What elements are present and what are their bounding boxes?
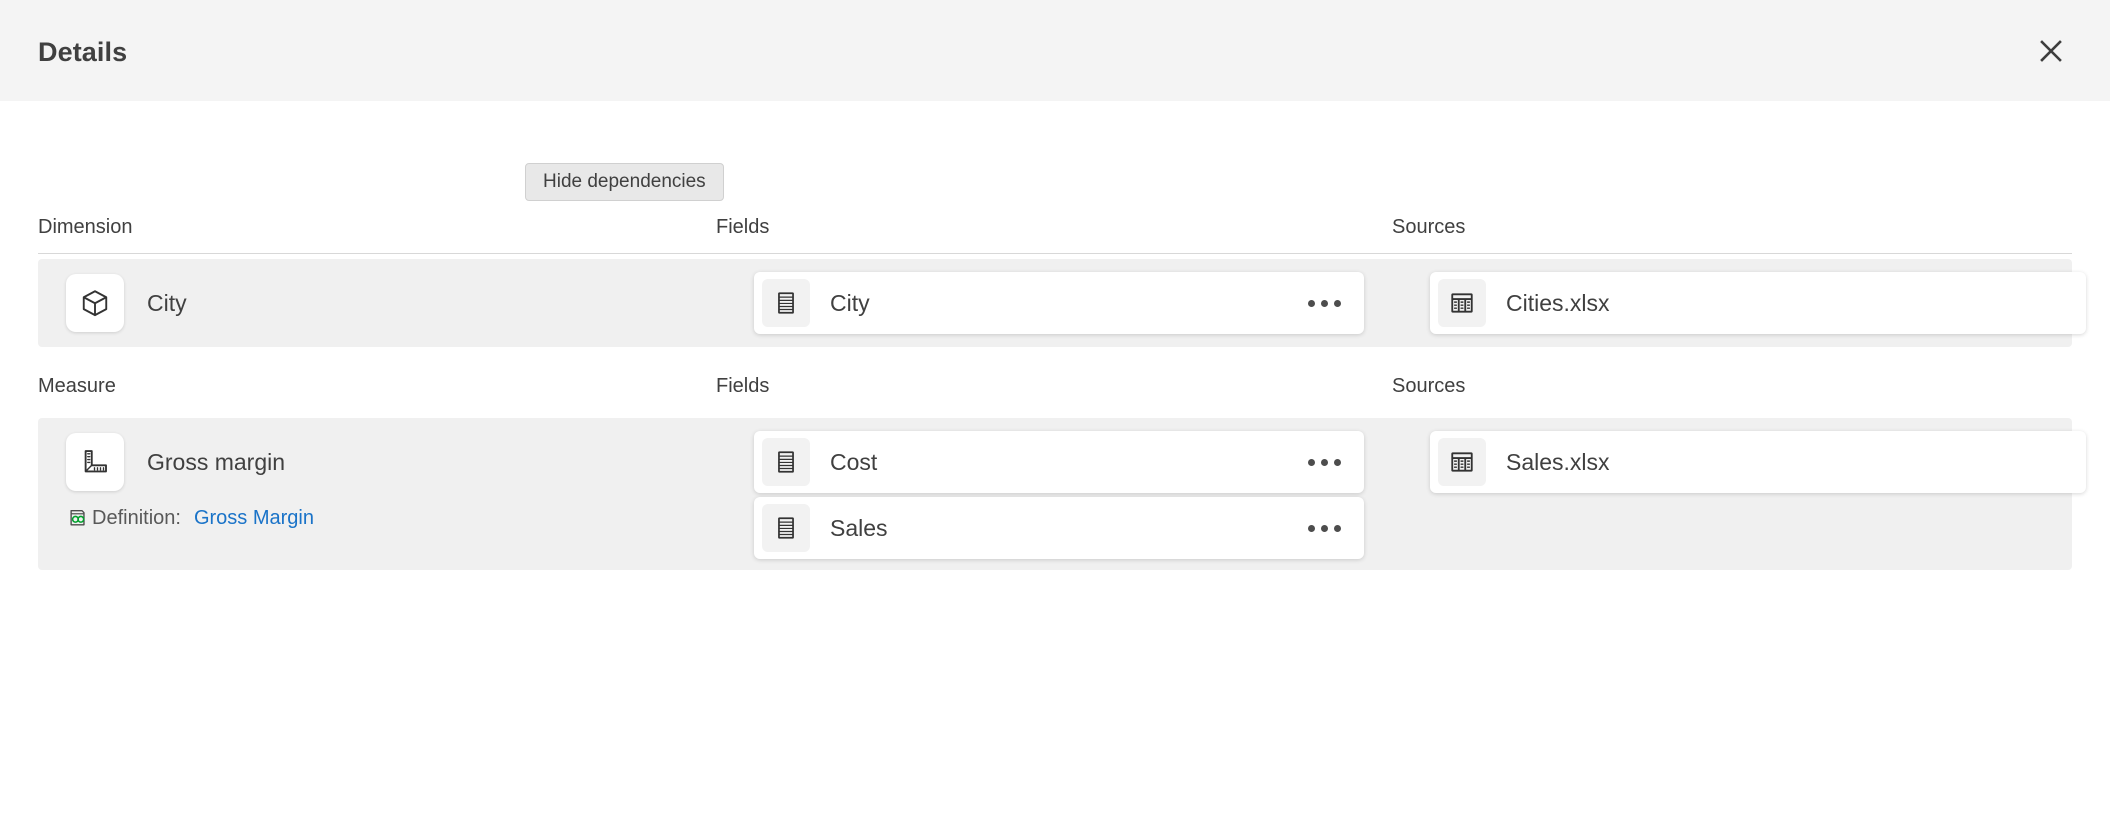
source-card-sales[interactable]: Sales.xlsx (1430, 431, 2086, 493)
field-card-sales[interactable]: Sales (754, 497, 1364, 559)
measure-column-headers: Measure Fields Sources (0, 375, 2110, 415)
toolbar: Hide dependencies (525, 163, 724, 201)
field-card-city[interactable]: City (754, 272, 1364, 334)
cube-icon (66, 274, 124, 332)
ellipsis-dot (1308, 459, 1315, 466)
measure-item[interactable]: Gross margin (66, 433, 285, 491)
measure-item-label: Gross margin (147, 449, 285, 476)
ellipsis-dot (1321, 300, 1328, 307)
ellipsis-dot (1321, 525, 1328, 532)
column-header-fields: Fields (716, 375, 769, 398)
column-header-sources: Sources (1392, 375, 1465, 398)
ellipsis-dot (1334, 525, 1341, 532)
field-card-label: City (830, 290, 1298, 317)
toggle-dependencies-button[interactable]: Hide dependencies (525, 163, 724, 201)
field-card-label: Cost (830, 449, 1298, 476)
dimension-row-panel: City City (38, 259, 2072, 347)
column-header-sources: Sources (1392, 216, 1465, 239)
table-grid-icon (1438, 438, 1486, 486)
definition-label: Definition: (92, 507, 181, 530)
ellipsis-dot (1308, 300, 1315, 307)
source-card-cities[interactable]: Cities.xlsx (1430, 272, 2086, 334)
close-icon (2039, 39, 2063, 63)
field-card-label: Sales (830, 515, 1298, 542)
ellipsis-dot (1308, 525, 1315, 532)
source-card-label: Sales.xlsx (1506, 449, 2086, 476)
page-title: Details (38, 37, 127, 68)
ellipsis-dot (1321, 459, 1328, 466)
source-card-label: Cities.xlsx (1506, 290, 2086, 317)
column-header-fields: Fields (716, 216, 769, 239)
definition-value-link[interactable]: Gross Margin (194, 507, 314, 530)
field-rows-icon (762, 279, 810, 327)
column-header-dimension: Dimension (38, 216, 132, 239)
master-item-icon (66, 506, 90, 530)
measure-row-panel: Gross margin Definition: Gross Margin (38, 418, 2072, 570)
dimension-column-headers: Dimension Fields Sources (0, 216, 2110, 256)
dimension-item-label: City (147, 290, 187, 317)
close-button[interactable] (2030, 30, 2072, 72)
ruler-icon (66, 433, 124, 491)
column-header-measure: Measure (38, 375, 116, 398)
ellipsis-dot (1334, 300, 1341, 307)
dialog-body: Hide dependencies Dimension Fields Sourc… (0, 101, 2110, 816)
field-rows-icon (762, 438, 810, 486)
measure-definition: Definition: Gross Margin (66, 506, 314, 530)
ellipsis-icon[interactable] (1298, 431, 1350, 493)
details-dialog: Details Hide dependencies Dimension Fiel… (0, 0, 2110, 816)
table-grid-icon (1438, 279, 1486, 327)
dimension-item[interactable]: City (66, 274, 187, 332)
dialog-header: Details (0, 0, 2110, 101)
ellipsis-icon[interactable] (1298, 497, 1350, 559)
ellipsis-icon[interactable] (1298, 272, 1350, 334)
field-rows-icon (762, 504, 810, 552)
field-card-cost[interactable]: Cost (754, 431, 1364, 493)
ellipsis-dot (1334, 459, 1341, 466)
